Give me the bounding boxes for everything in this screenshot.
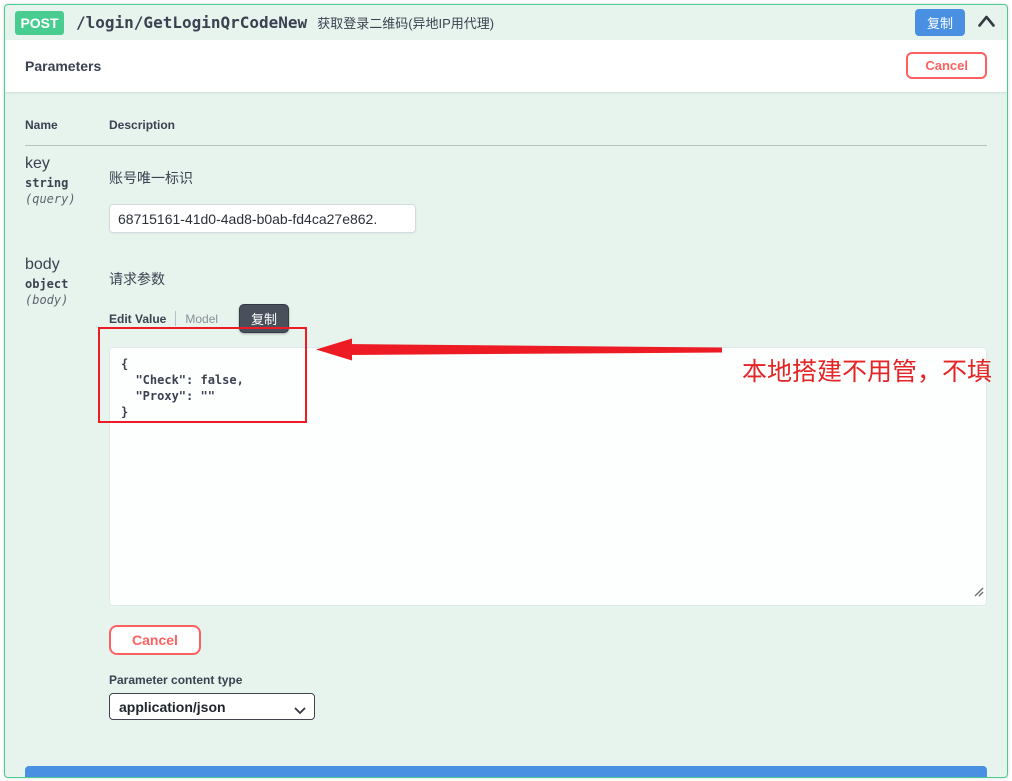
copy-body-button[interactable]: 复制 <box>239 304 289 333</box>
tab-edit-value[interactable]: Edit Value <box>109 312 166 326</box>
param-description: 账号唯一标识 <box>109 168 987 188</box>
param-row-key: key string (query) 账号唯一标识 <box>25 146 987 247</box>
param-body-description-cell: 请求参数 Edit Value Model 复制 { "Check": fals… <box>109 256 987 720</box>
param-row-body: body object (body) 请求参数 Edit Value Model… <box>25 247 987 720</box>
collapse-button[interactable] <box>975 12 998 33</box>
body-editor-wrap: { "Check": false, "Proxy": "" } <box>109 347 987 606</box>
endpoint-path: /login/GetLoginQrCodeNew <box>76 13 307 32</box>
cancel-body-button[interactable]: Cancel <box>109 625 201 655</box>
page: { "colors": { "method_green": "#49cc90",… <box>0 0 1012 781</box>
copy-endpoint-button[interactable]: 复制 <box>915 9 965 36</box>
api-operation-block: POST /login/GetLoginQrCodeNew 获取登录二维码(异地… <box>4 4 1008 778</box>
parameters-table-header: Name Description <box>25 92 987 146</box>
param-type: string <box>25 176 109 190</box>
content-type-select-wrap: application/json <box>109 693 315 720</box>
execute-wrapper: Execute <box>25 720 987 778</box>
endpoint-description: 获取登录二维码(异地IP用代理) <box>317 13 494 32</box>
param-location: (query) <box>25 192 109 206</box>
http-method-badge: POST <box>15 11 64 35</box>
content-type-label: Parameter content type <box>109 673 987 687</box>
param-description: 请求参数 <box>109 269 987 289</box>
name-column-header: Name <box>25 118 109 132</box>
parameters-section-header: Parameters Cancel <box>5 40 1007 92</box>
param-name: body <box>25 256 109 274</box>
summary-actions: 复制 <box>915 9 998 36</box>
tab-model[interactable]: Model <box>185 312 218 326</box>
key-value-input[interactable] <box>109 204 416 233</box>
operation-summary: POST /login/GetLoginQrCodeNew 获取登录二维码(异地… <box>5 5 1007 40</box>
resize-handle[interactable] <box>973 584 984 602</box>
content-type-select[interactable]: application/json <box>109 693 315 720</box>
param-location: (body) <box>25 293 109 307</box>
description-column-header: Description <box>109 118 987 132</box>
tab-separator <box>175 311 176 326</box>
parameters-body: Name Description key string (query) 账号唯一… <box>5 92 1007 778</box>
param-key-name-cell: key string (query) <box>25 155 109 233</box>
param-name: key <box>25 155 109 173</box>
parameters-title: Parameters <box>25 58 101 74</box>
execute-button[interactable]: Execute <box>25 766 987 778</box>
cancel-parameters-button[interactable]: Cancel <box>906 52 987 79</box>
param-key-description-cell: 账号唯一标识 <box>109 155 987 233</box>
body-editor-textarea[interactable]: { "Check": false, "Proxy": "" } <box>109 347 987 606</box>
param-body-name-cell: body object (body) <box>25 256 109 720</box>
body-editor-tabs: Edit Value Model 复制 <box>109 304 987 333</box>
chevron-up-icon <box>977 14 996 31</box>
param-type: object <box>25 277 109 291</box>
